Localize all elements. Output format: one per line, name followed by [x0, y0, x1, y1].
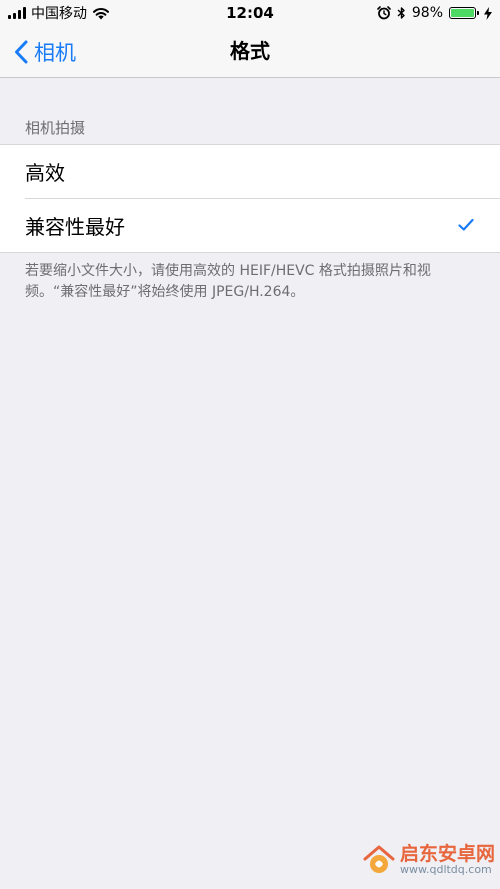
status-bar: 中国移动 12:04 98% — [0, 0, 500, 26]
back-button-label: 相机 — [34, 40, 76, 65]
section-footer: 若要缩小文件大小，请使用高效的 HEIF/HEVC 格式拍摄照片和视频。“兼容性… — [25, 263, 431, 300]
format-options-list: 高效 兼容性最好 — [0, 144, 500, 253]
battery-percent: 98% — [411, 5, 443, 21]
alarm-icon — [377, 6, 391, 20]
nav-bar: 相机 格式 — [0, 26, 500, 78]
option-label: 兼容性最好 — [25, 215, 125, 239]
chevron-left-icon — [15, 40, 28, 63]
checkmark-icon — [458, 218, 474, 231]
watermark-text: 启东安卓网 www.qdltdq.com — [400, 842, 496, 877]
charging-icon — [484, 6, 492, 20]
status-right: 98% — [377, 3, 492, 23]
option-label: 高效 — [25, 161, 65, 185]
back-button[interactable]: 相机 — [14, 26, 76, 77]
battery-icon — [449, 7, 479, 19]
watermark-url: www.qdltdq.com — [400, 863, 492, 877]
bluetooth-icon — [397, 7, 405, 19]
option-most-compatible[interactable]: 兼容性最好 — [25, 198, 500, 252]
section-header: 相机拍摄 — [25, 119, 86, 137]
battery-fill — [451, 9, 474, 17]
house-logo-icon — [363, 845, 395, 873]
watermark-name: 启东安卓网 — [400, 842, 496, 865]
watermark-logo: 启东安卓网 www.qdltdq.com — [358, 831, 500, 889]
option-high-efficiency[interactable]: 高效 — [0, 145, 500, 198]
